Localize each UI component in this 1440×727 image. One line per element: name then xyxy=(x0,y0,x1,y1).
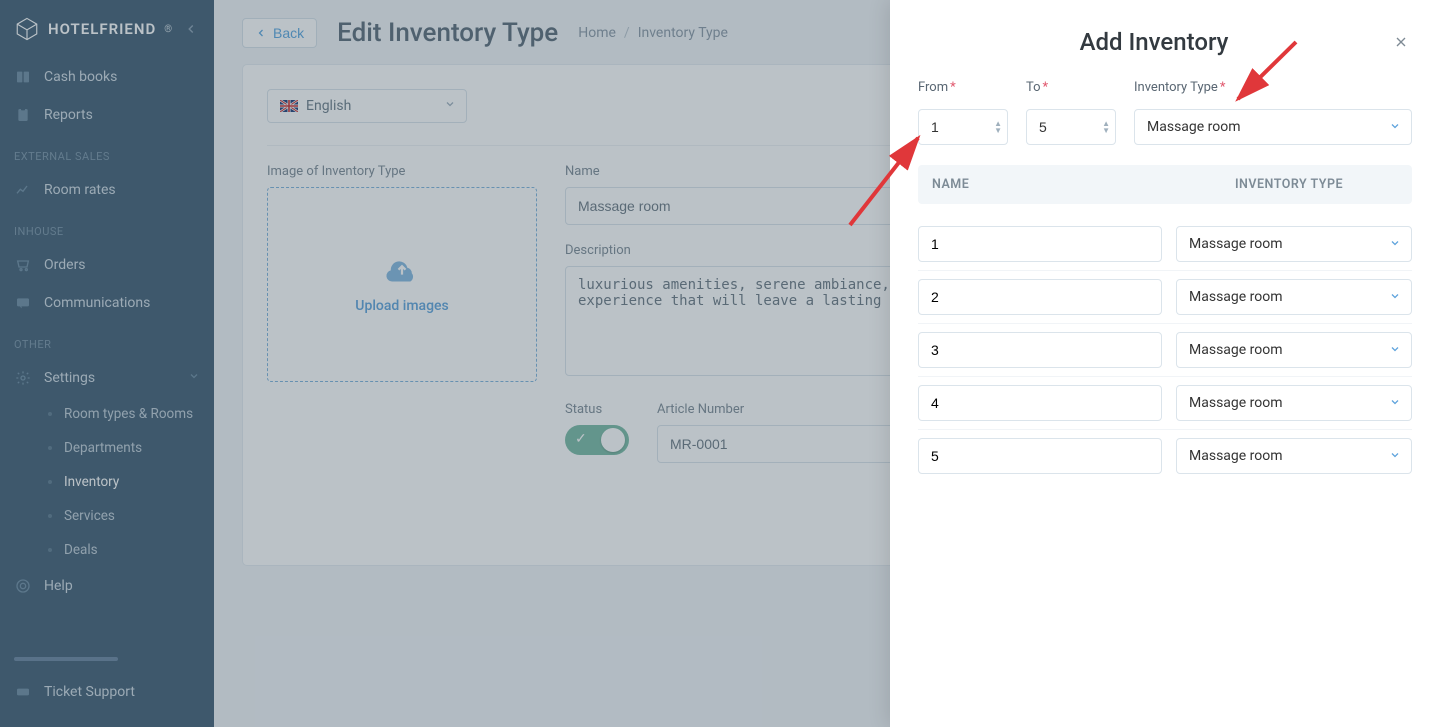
chevron-down-icon xyxy=(1389,237,1401,252)
inventory-row: Massage room xyxy=(918,218,1412,271)
row-type-value: Massage room xyxy=(1189,448,1283,464)
to-label: To* xyxy=(1026,80,1116,95)
close-button[interactable] xyxy=(1390,31,1412,53)
row-type-select[interactable]: Massage room xyxy=(1176,438,1412,474)
type-select[interactable]: Massage room xyxy=(1134,109,1412,145)
type-label: Inventory Type* xyxy=(1134,80,1412,95)
row-name-input[interactable] xyxy=(918,279,1162,315)
inventory-row: Massage room xyxy=(918,430,1412,482)
chevron-down-icon xyxy=(1389,396,1401,411)
row-type-select[interactable]: Massage room xyxy=(1176,385,1412,421)
chevron-down-icon xyxy=(1389,120,1401,135)
table-header: NAME INVENTORY TYPE xyxy=(918,165,1412,204)
type-column-header: INVENTORY TYPE xyxy=(1180,177,1398,192)
chevron-down-icon xyxy=(1389,290,1401,305)
inventory-rows: Massage room Massage room Massage room M… xyxy=(918,218,1412,482)
chevron-down-icon xyxy=(1389,343,1401,358)
chevron-down-icon xyxy=(1389,449,1401,464)
row-type-value: Massage room xyxy=(1189,289,1283,305)
panel-title: Add Inventory xyxy=(918,28,1390,56)
add-inventory-panel: Add Inventory From* ▲▼ To* ▲▼ Inventory … xyxy=(890,0,1440,727)
panel-header: Add Inventory xyxy=(918,28,1412,56)
row-type-select[interactable]: Massage room xyxy=(1176,279,1412,315)
panel-controls: From* ▲▼ To* ▲▼ Inventory Type* Massage … xyxy=(918,80,1412,145)
row-name-input[interactable] xyxy=(918,226,1162,262)
from-label: From* xyxy=(918,80,1008,95)
row-type-value: Massage room xyxy=(1189,395,1283,411)
row-type-select[interactable]: Massage room xyxy=(1176,332,1412,368)
stepper-icon[interactable]: ▲▼ xyxy=(1102,120,1110,134)
stepper-icon[interactable]: ▲▼ xyxy=(994,120,1002,134)
type-field: Inventory Type* Massage room xyxy=(1134,80,1412,145)
type-value: Massage room xyxy=(1147,119,1241,135)
row-name-input[interactable] xyxy=(918,385,1162,421)
row-name-input[interactable] xyxy=(918,332,1162,368)
row-name-input[interactable] xyxy=(918,438,1162,474)
row-type-select[interactable]: Massage room xyxy=(1176,226,1412,262)
inventory-row: Massage room xyxy=(918,377,1412,430)
to-field: To* ▲▼ xyxy=(1026,80,1116,145)
from-field: From* ▲▼ xyxy=(918,80,1008,145)
inventory-row: Massage room xyxy=(918,324,1412,377)
row-type-value: Massage room xyxy=(1189,236,1283,252)
row-type-value: Massage room xyxy=(1189,342,1283,358)
inventory-row: Massage room xyxy=(918,271,1412,324)
close-icon xyxy=(1393,34,1409,50)
name-column-header: NAME xyxy=(932,177,1180,192)
